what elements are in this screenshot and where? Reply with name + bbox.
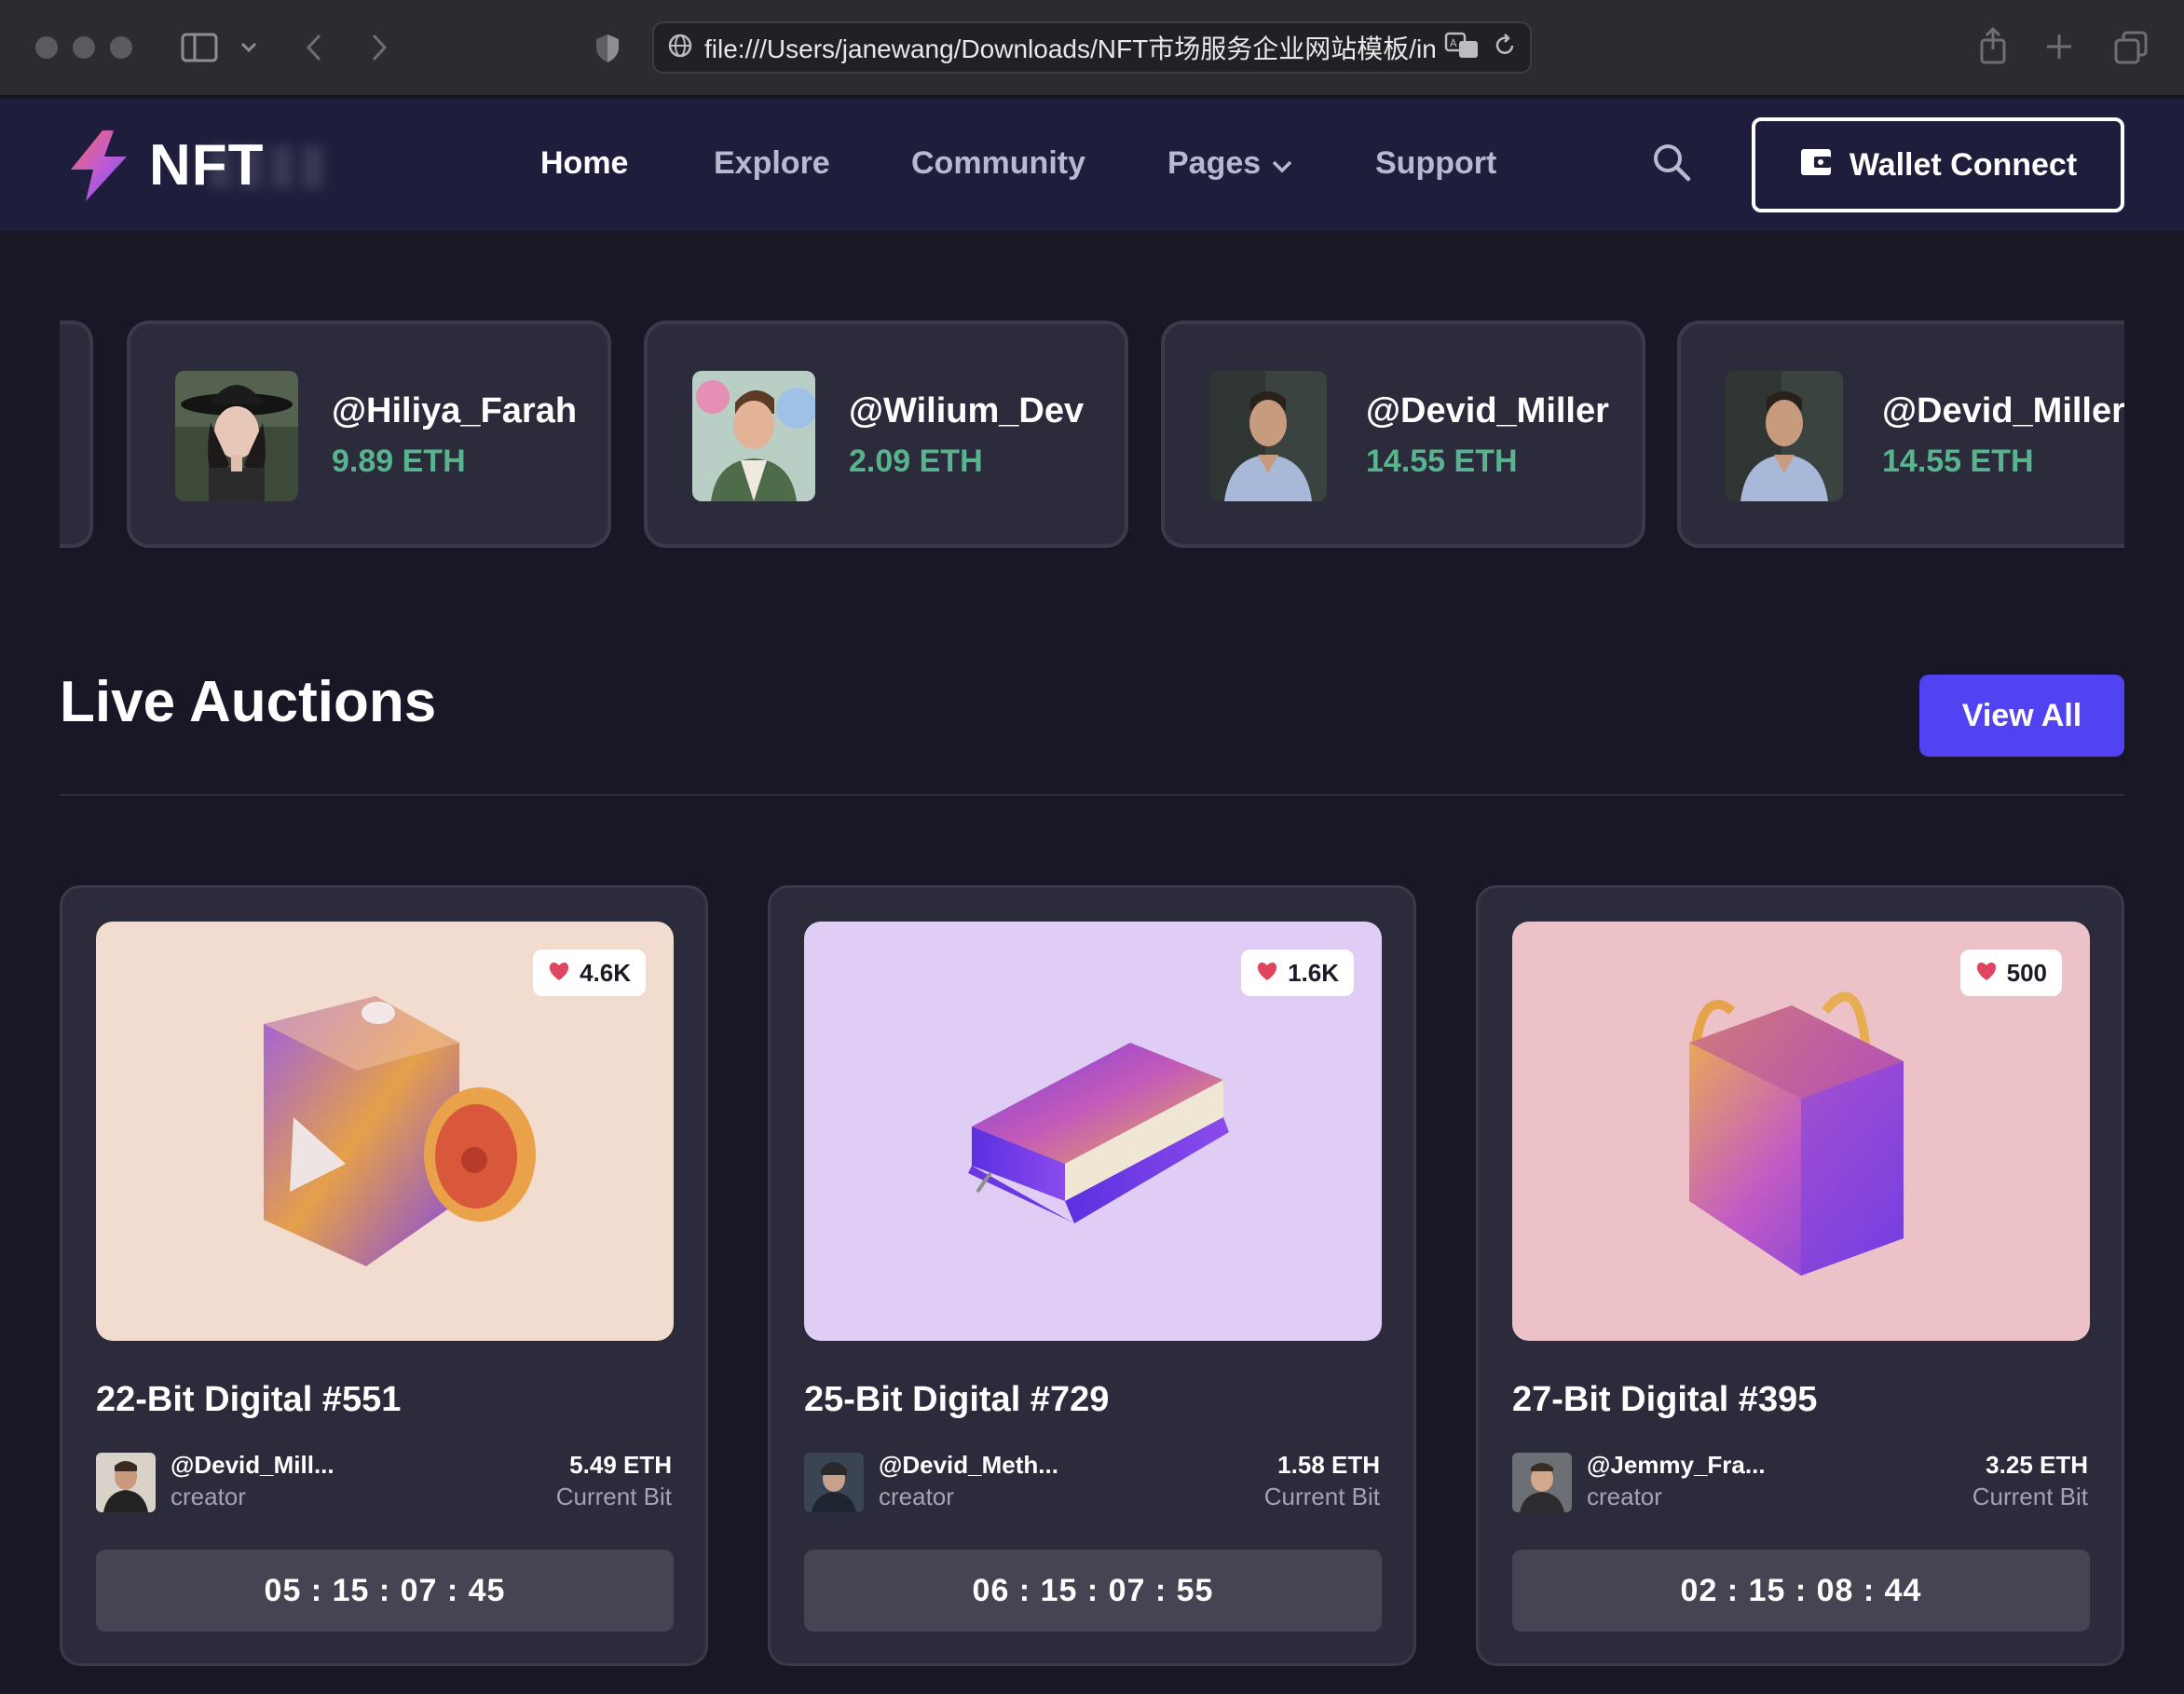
lightning-logo-icon[interactable] bbox=[65, 129, 132, 203]
privacy-shield-icon[interactable] bbox=[591, 32, 624, 65]
chevron-down-icon bbox=[1272, 145, 1292, 182]
seller-card-partial bbox=[60, 321, 93, 548]
globe-icon bbox=[667, 33, 693, 63]
countdown-timer: 05 : 15 : 07 : 45 bbox=[96, 1550, 674, 1632]
likes-badge[interactable]: 500 bbox=[1959, 949, 2062, 996]
search-icon[interactable] bbox=[1651, 142, 1696, 186]
nav-support[interactable]: Support bbox=[1375, 145, 1496, 182]
forward-arrow-icon[interactable] bbox=[365, 32, 393, 63]
minimize-window-button[interactable] bbox=[73, 36, 95, 59]
current-bid-label: Current Bit bbox=[1263, 1482, 1380, 1510]
nft-artwork-camera[interactable]: 4.6K bbox=[96, 922, 674, 1341]
auction-card[interactable]: 4.6K 22-Bit Digital #551 @Devid_Mill... … bbox=[60, 885, 708, 1666]
new-tab-icon[interactable] bbox=[2044, 32, 2074, 61]
nft-title[interactable]: 22-Bit Digital #551 bbox=[96, 1380, 401, 1420]
current-bid-price: 3.25 ETH bbox=[1986, 1451, 2088, 1479]
translate-icon[interactable]: A bbox=[1444, 32, 1480, 64]
tab-overview-icon[interactable] bbox=[2113, 30, 2149, 65]
seller-avatar bbox=[1209, 371, 1327, 501]
countdown-timer: 06 : 15 : 07 : 55 bbox=[804, 1550, 1382, 1632]
sidebar-toggle-icon[interactable] bbox=[181, 32, 218, 63]
creator-name[interactable]: @Devid_Mill... bbox=[171, 1451, 334, 1480]
seller-eth-value: 9.89 ETH bbox=[332, 444, 466, 479]
creator-role: creator bbox=[879, 1482, 954, 1510]
seller-avatar bbox=[175, 371, 298, 501]
share-icon[interactable] bbox=[1977, 26, 2009, 65]
nft-title[interactable]: 27-Bit Digital #395 bbox=[1512, 1380, 1817, 1420]
address-bar[interactable]: file:///Users/janewang/Downloads/NFT市场服务… bbox=[652, 21, 1532, 74]
url-text[interactable]: file:///Users/janewang/Downloads/NFT市场服务… bbox=[704, 29, 1435, 66]
auction-card[interactable]: 1.6K 25-Bit Digital #729 @Devid_Meth... … bbox=[768, 885, 1416, 1666]
logo-text[interactable]: NFT bbox=[149, 132, 265, 198]
nav-community[interactable]: Community bbox=[911, 145, 1085, 182]
creator-avatar bbox=[1512, 1453, 1572, 1512]
nft-artwork-book[interactable]: 1.6K bbox=[804, 922, 1382, 1341]
seller-card[interactable]: @Hiliya_Farah 9.89 ETH bbox=[127, 321, 611, 548]
seller-name[interactable]: @Wilium_Dev bbox=[849, 391, 1084, 431]
zoom-window-button[interactable] bbox=[110, 36, 132, 59]
auction-card[interactable]: 500 27-Bit Digital #395 @Jemmy_Fra... cr… bbox=[1476, 885, 2124, 1666]
creator-name[interactable]: @Devid_Meth... bbox=[879, 1451, 1058, 1480]
wallet-connect-button[interactable]: Wallet Connect bbox=[1752, 117, 2124, 212]
seller-name[interactable]: @Devid_Miller bbox=[1882, 391, 2124, 431]
nav-pages[interactable]: Pages bbox=[1167, 145, 1292, 182]
current-bid-price: 1.58 ETH bbox=[1277, 1451, 1380, 1479]
live-auctions-title: Live Auctions bbox=[60, 670, 437, 734]
nav-pages-label: Pages bbox=[1167, 145, 1262, 181]
likes-count: 500 bbox=[2006, 958, 2047, 987]
seller-avatar bbox=[692, 371, 815, 501]
seller-card[interactable]: @Devid_Miller 14.55 ETH bbox=[1161, 321, 1645, 548]
back-arrow-icon[interactable] bbox=[300, 32, 328, 63]
creator-role: creator bbox=[171, 1482, 246, 1510]
seller-eth-value: 2.09 ETH bbox=[849, 444, 983, 479]
seller-avatar bbox=[1726, 371, 1843, 501]
chevron-down-icon[interactable] bbox=[239, 37, 259, 58]
seller-name[interactable]: @Hiliya_Farah bbox=[332, 391, 577, 431]
heart-icon bbox=[1975, 959, 1998, 988]
nav-explore[interactable]: Explore bbox=[714, 145, 830, 182]
current-bid-label: Current Bit bbox=[1972, 1482, 2088, 1510]
seller-name[interactable]: @Devid_Miller bbox=[1366, 391, 1609, 431]
view-all-button[interactable]: View All bbox=[1919, 675, 2124, 757]
seller-card[interactable]: @Devid_Miller 14.55 ETH bbox=[1677, 321, 2124, 548]
close-window-button[interactable] bbox=[35, 36, 58, 59]
nft-title[interactable]: 25-Bit Digital #729 bbox=[804, 1380, 1109, 1420]
section-divider bbox=[60, 794, 2124, 796]
seller-card[interactable]: @Wilium_Dev 2.09 ETH bbox=[644, 321, 1128, 548]
site-header: ▮▮▮▮ NFT Home Explore Community Pages Su… bbox=[0, 99, 2184, 231]
likes-badge[interactable]: 4.6K bbox=[533, 949, 646, 996]
current-bid-label: Current Bit bbox=[555, 1482, 672, 1510]
top-sellers-carousel[interactable]: @Hiliya_Farah 9.89 ETH @Wilium_Dev 2.09 … bbox=[60, 321, 2124, 548]
svg-text:A: A bbox=[1450, 37, 1457, 49]
nav-home[interactable]: Home bbox=[540, 145, 628, 182]
wallet-icon bbox=[1799, 145, 1833, 185]
likes-count: 4.6K bbox=[580, 958, 631, 987]
wallet-connect-label: Wallet Connect bbox=[1849, 146, 2078, 183]
current-bid-price: 5.49 ETH bbox=[569, 1451, 672, 1479]
creator-avatar bbox=[96, 1453, 156, 1512]
likes-badge[interactable]: 1.6K bbox=[1241, 949, 1354, 996]
reload-icon[interactable] bbox=[1493, 33, 1517, 63]
heart-icon bbox=[1256, 959, 1278, 988]
nft-artwork-bag[interactable]: 500 bbox=[1512, 922, 2090, 1341]
heart-icon bbox=[548, 959, 570, 988]
seller-eth-value: 14.55 ETH bbox=[1882, 444, 2034, 479]
browser-toolbar: file:///Users/janewang/Downloads/NFT市场服务… bbox=[0, 0, 2184, 97]
likes-count: 1.6K bbox=[1288, 958, 1339, 987]
creator-role: creator bbox=[1587, 1482, 1662, 1510]
seller-eth-value: 14.55 ETH bbox=[1366, 444, 1518, 479]
creator-avatar bbox=[804, 1453, 864, 1512]
countdown-timer: 02 : 15 : 08 : 44 bbox=[1512, 1550, 2090, 1632]
creator-name[interactable]: @Jemmy_Fra... bbox=[1587, 1451, 1766, 1480]
